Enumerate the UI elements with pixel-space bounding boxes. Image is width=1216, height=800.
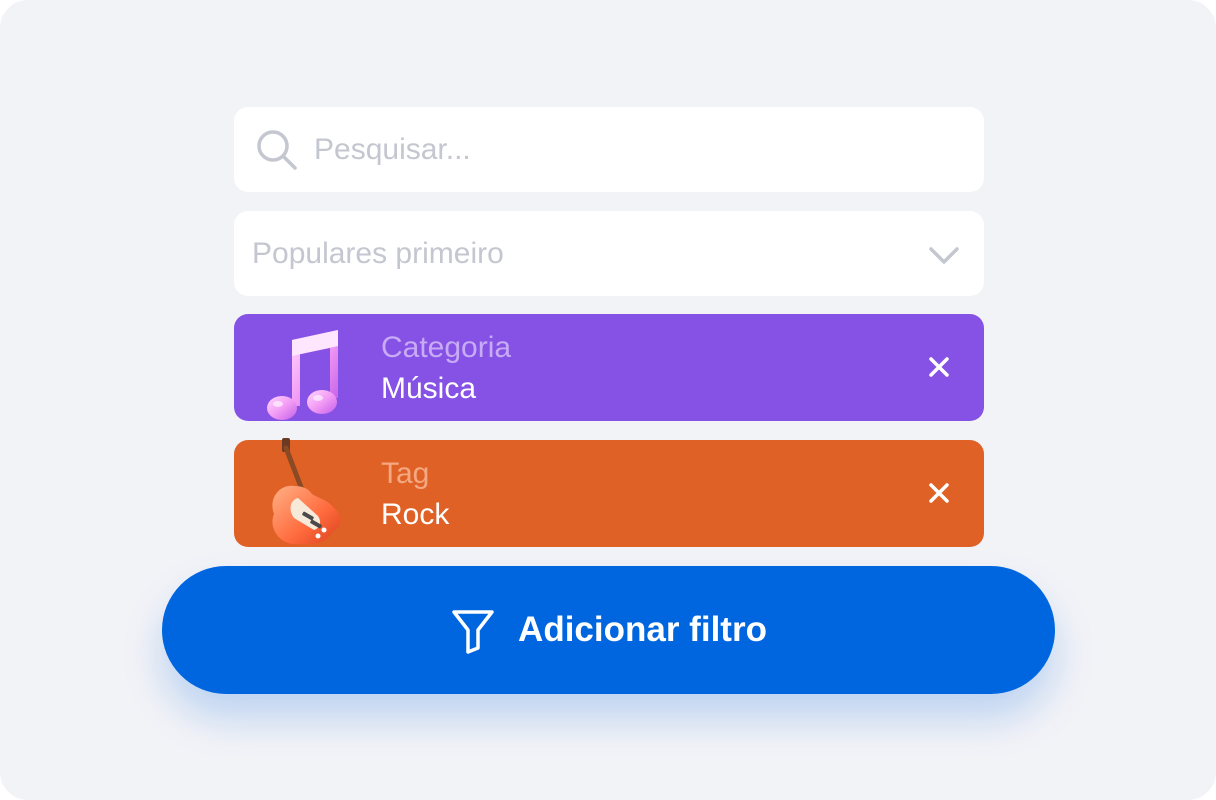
filter-funnel-icon (452, 610, 494, 654)
search-field[interactable]: Pesquisar... (234, 107, 984, 192)
filter-chip-tag: Tag Rock (234, 438, 984, 547)
filter-chip-category: Categoria Música (234, 314, 984, 421)
filter-label: Tag (381, 457, 430, 490)
filter-panel: Pesquisar... Populares primeiro Categori… (0, 0, 1216, 800)
search-placeholder: Pesquisar... (314, 133, 471, 166)
filter-value: Música (381, 372, 477, 405)
music-note-icon (267, 330, 338, 420)
filter-value: Rock (381, 498, 450, 531)
add-filter-label: Adicionar filtro (518, 610, 767, 649)
close-icon[interactable] (922, 350, 956, 384)
electric-guitar-icon (272, 438, 341, 545)
sort-dropdown[interactable]: Populares primeiro (234, 211, 984, 296)
add-filter-button[interactable]: Adicionar filtro (162, 566, 1055, 694)
close-icon[interactable] (922, 476, 956, 510)
search-icon (257, 130, 297, 170)
chevron-down-icon (929, 247, 959, 264)
filter-label: Categoria (381, 331, 512, 364)
sort-selected-value: Populares primeiro (252, 237, 504, 270)
